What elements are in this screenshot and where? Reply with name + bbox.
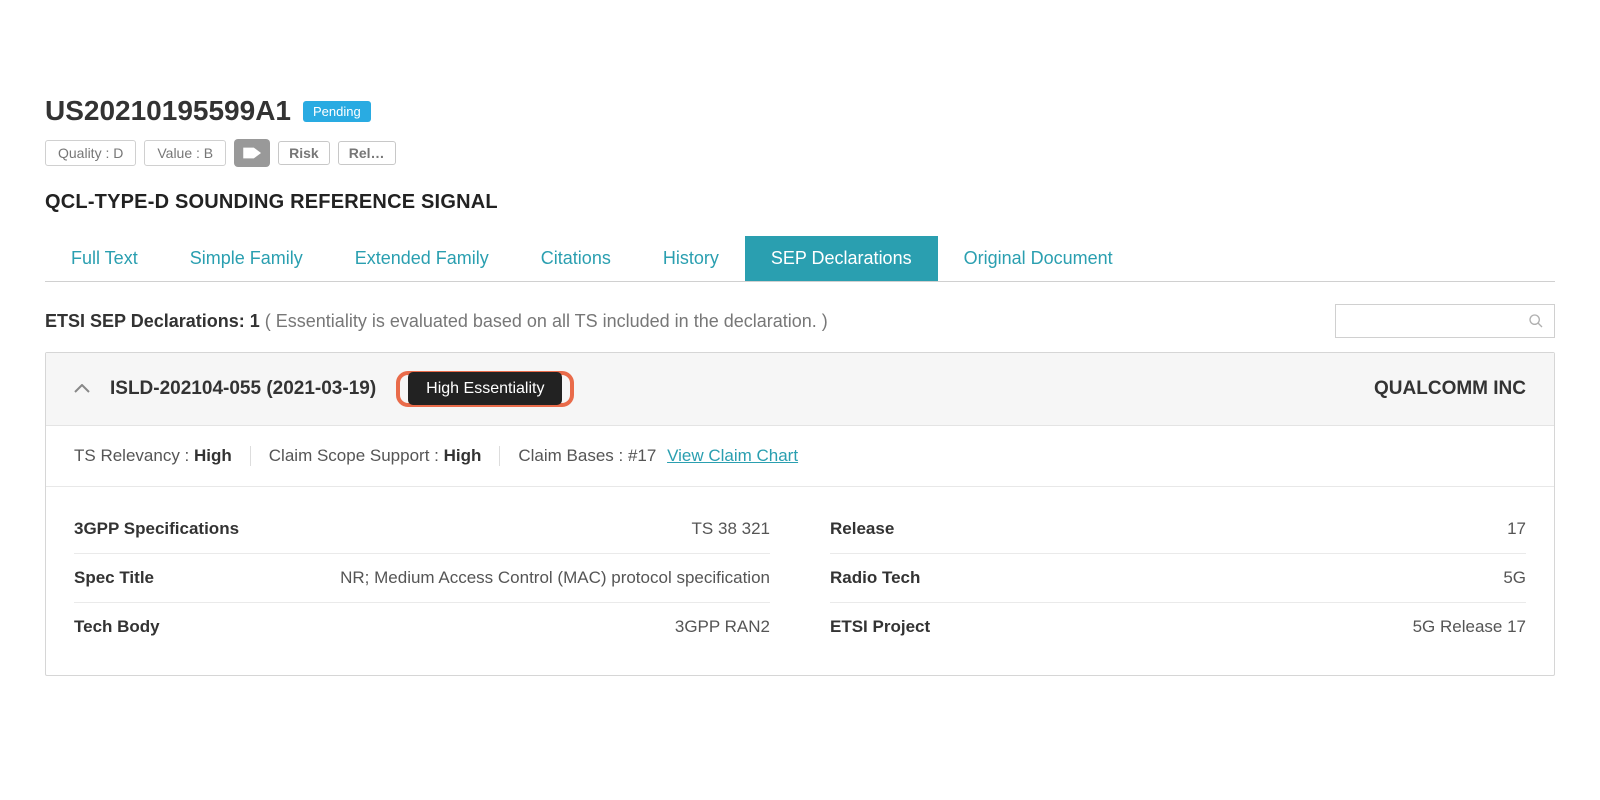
spec-col-right: Release 17 Radio Tech 5G ETSI Project 5G… [830, 505, 1526, 651]
claim-scope: Claim Scope Support : High [251, 446, 501, 466]
spec-label: Spec Title [74, 568, 254, 588]
tab-full-text[interactable]: Full Text [45, 236, 164, 281]
spec-section: 3GPP Specifications TS 38 321 Spec Title… [46, 487, 1554, 675]
search-icon [1528, 313, 1544, 329]
patent-header: US20210195599A1 Pending [45, 95, 1555, 127]
ts-relevancy: TS Relevancy : High [74, 446, 251, 466]
declarations-summary: ETSI SEP Declarations: 1 ( Essentiality … [45, 311, 828, 332]
quality-badge[interactable]: Quality : D [45, 140, 136, 166]
spec-row: Release 17 [830, 505, 1526, 554]
search-input[interactable] [1335, 304, 1555, 338]
tab-simple-family[interactable]: Simple Family [164, 236, 329, 281]
tab-original-document[interactable]: Original Document [938, 236, 1139, 281]
view-claim-chart-link[interactable]: View Claim Chart [667, 446, 798, 465]
claim-bases-label: Claim Bases : #17 [518, 446, 656, 465]
decl-label-prefix: ETSI SEP Declarations: [45, 311, 250, 331]
patent-id: US20210195599A1 [45, 95, 291, 127]
tab-extended-family[interactable]: Extended Family [329, 236, 515, 281]
value-badge[interactable]: Value : B [144, 140, 226, 166]
tag-icon[interactable] [234, 139, 270, 167]
spec-value: 5G [1010, 568, 1526, 588]
spec-value: 17 [1010, 519, 1526, 539]
spec-label: 3GPP Specifications [74, 519, 254, 539]
claim-scope-label: Claim Scope Support : [269, 446, 444, 465]
spec-row: ETSI Project 5G Release 17 [830, 603, 1526, 651]
rel-button[interactable]: Rel… [338, 141, 396, 165]
declaration-meta-row: TS Relevancy : High Claim Scope Support … [46, 426, 1554, 487]
spec-row: Radio Tech 5G [830, 554, 1526, 603]
spec-row: Tech Body 3GPP RAN2 [74, 603, 770, 651]
spec-label: Radio Tech [830, 568, 1010, 588]
tab-history[interactable]: History [637, 236, 745, 281]
spec-label: Tech Body [74, 617, 254, 637]
essentiality-highlight: High Essentiality [396, 371, 574, 407]
declaration-card-header[interactable]: ISLD-202104-055 (2021-03-19) High Essent… [46, 353, 1554, 426]
tab-sep-declarations[interactable]: SEP Declarations [745, 236, 938, 281]
spec-label: Release [830, 519, 1010, 539]
decl-count: 1 [250, 311, 260, 331]
spec-label: ETSI Project [830, 617, 1010, 637]
spec-row: Spec Title NR; Medium Access Control (MA… [74, 554, 770, 603]
chevron-up-icon [74, 381, 90, 397]
spec-row: 3GPP Specifications TS 38 321 [74, 505, 770, 554]
essentiality-pill: High Essentiality [408, 372, 562, 405]
spec-value: NR; Medium Access Control (MAC) protocol… [254, 568, 770, 588]
decl-note: ( Essentiality is evaluated based on all… [265, 311, 828, 331]
claim-bases: Claim Bases : #17 View Claim Chart [500, 446, 816, 466]
badge-row: Quality : D Value : B Risk Rel… [45, 139, 1555, 167]
declaration-card: ISLD-202104-055 (2021-03-19) High Essent… [45, 352, 1555, 676]
declarations-summary-row: ETSI SEP Declarations: 1 ( Essentiality … [45, 304, 1555, 338]
spec-col-left: 3GPP Specifications TS 38 321 Spec Title… [74, 505, 770, 651]
claim-scope-value: High [444, 446, 482, 465]
spec-value: 3GPP RAN2 [254, 617, 770, 637]
declaration-id: ISLD-202104-055 (2021-03-19) [110, 378, 376, 400]
ts-relevancy-label: TS Relevancy : [74, 446, 194, 465]
spec-value: 5G Release 17 [1010, 617, 1526, 637]
risk-button[interactable]: Risk [278, 141, 330, 165]
ts-relevancy-value: High [194, 446, 232, 465]
spec-value: TS 38 321 [254, 519, 770, 539]
status-badge: Pending [303, 101, 371, 122]
tabs: Full Text Simple Family Extended Family … [45, 236, 1555, 282]
tab-citations[interactable]: Citations [515, 236, 637, 281]
patent-title: QCL-TYPE-D SOUNDING REFERENCE SIGNAL [45, 191, 1555, 214]
company-name: QUALCOMM INC [1374, 378, 1526, 400]
